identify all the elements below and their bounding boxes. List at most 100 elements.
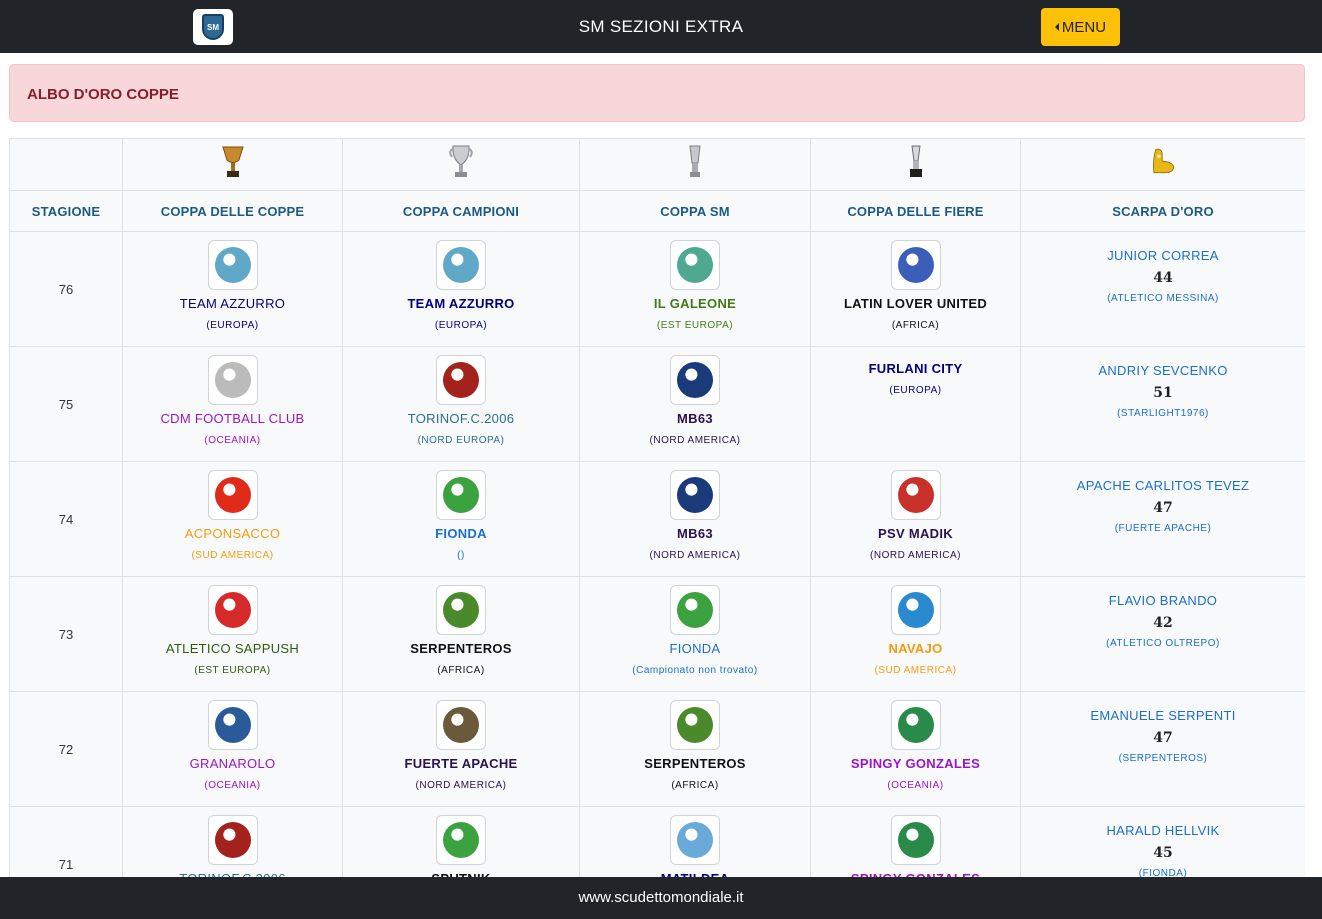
column-header-coppa-delle-coppe[interactable]: COPPA DELLE COPPE <box>122 190 343 232</box>
team-name-link[interactable]: SPINGY GONZALES <box>811 756 1020 771</box>
team-region: (Campionato non trovato) <box>632 665 758 676</box>
team-name-link[interactable]: SERPENTEROS <box>343 641 579 656</box>
team-badge[interactable] <box>670 240 720 290</box>
cup-cell <box>122 138 343 191</box>
column-header-scarpa-d-oro[interactable]: SCARPA D'ORO <box>1020 190 1305 232</box>
team-region: (EST EUROPA) <box>656 320 734 331</box>
team-crest-icon <box>443 592 479 628</box>
menu-button[interactable]: MENU <box>1041 8 1120 46</box>
honor-roll-table-wrapper[interactable]: STAGIONE COPPA DELLE COPPE COPPA CAMPION… <box>9 138 1305 877</box>
top-scorer-cell: APACHE CARLITOS TEVEZ 47 (FUERTE APACHE) <box>1020 461 1305 577</box>
scorer-name-link[interactable]: APACHE CARLITOS TEVEZ <box>1021 478 1305 493</box>
team-region: (AFRICA) <box>891 320 940 331</box>
team-badge[interactable] <box>670 585 720 635</box>
team-badge[interactable] <box>207 700 258 750</box>
team-badge[interactable] <box>207 240 258 290</box>
team-badge[interactable] <box>890 470 941 520</box>
team-badge[interactable] <box>436 700 486 750</box>
team-badge[interactable] <box>436 470 486 520</box>
winner-cell: FUERTE APACHE (NORD AMERICA) <box>342 691 580 807</box>
team-name-link[interactable]: FIONDA <box>580 641 810 656</box>
table-row: 73 ATLETICO SAPPUSH (EST EUROPA) SERPENTERO… <box>9 576 1305 692</box>
season-cell: 75 <box>9 346 123 462</box>
team-crest-icon <box>677 362 713 398</box>
scorer-name-link[interactable]: HARALD HELLVIK <box>1021 823 1305 838</box>
team-crest-icon <box>897 822 934 858</box>
team-name-link[interactable]: FUERTE APACHE <box>343 756 579 771</box>
column-header-coppa-sm[interactable]: COPPA SM <box>579 190 811 232</box>
scorer-goals: 51 <box>1153 385 1173 401</box>
winner-cell: MB63 (NORD AMERICA) <box>579 461 811 577</box>
team-badge[interactable] <box>890 240 941 290</box>
winner-cell: FIONDA () <box>342 461 580 577</box>
team-badge[interactable] <box>436 585 486 635</box>
top-scorer-cell: ANDRIY SEVCENKO 51 (STARLIGHT1976) <box>1020 346 1305 462</box>
team-region: (NORD AMERICA) <box>870 550 961 561</box>
team-region: (NORD EUROPA) <box>417 435 505 446</box>
team-name-link[interactable]: FURLANI CITY <box>811 361 1020 376</box>
team-region: () <box>457 550 465 561</box>
table-row: 74 ACPONSACCO (SUD AMERICA) FIONDA () MB63 (NO… <box>9 461 1305 577</box>
season-cell: 76 <box>9 231 123 347</box>
team-badge[interactable] <box>890 700 941 750</box>
scorer-goals: 44 <box>1153 270 1173 286</box>
menu-button-label: MENU <box>1061 18 1107 36</box>
team-name-link[interactable]: MB63 <box>580 411 810 426</box>
top-navbar: SM SM SEZIONI EXTRA MENU <box>0 0 1322 53</box>
team-region: (NORD AMERICA) <box>649 435 741 446</box>
team-badge[interactable] <box>436 355 486 405</box>
scorer-name-link[interactable]: ANDRIY SEVCENKO <box>1021 363 1305 378</box>
team-name-link[interactable]: GRANAROLO <box>123 756 342 771</box>
team-badge[interactable] <box>890 585 941 635</box>
team-crest-icon <box>443 247 479 283</box>
team-region: (NORD AMERICA) <box>415 780 507 791</box>
season-cell: 74 <box>9 461 123 577</box>
team-name-link[interactable]: NAVAJO <box>811 641 1020 656</box>
section-title: ALBO D'ORO COPPE <box>27 86 179 103</box>
team-name-link[interactable]: PSV MADIK <box>811 526 1020 541</box>
winner-cell: SERPENTEROS (AFRICA) <box>579 691 811 807</box>
team-badge[interactable] <box>207 585 258 635</box>
team-badge[interactable] <box>890 815 941 865</box>
scorer-team: (STARLIGHT1976) <box>1117 408 1209 419</box>
table-row: 75 CDM FOOTBALL CLUB (OCEANIA) TORINOF.C.20… <box>9 346 1305 462</box>
team-badge[interactable] <box>436 815 486 865</box>
team-name-link[interactable]: IL GALEONE <box>580 296 810 311</box>
team-badge[interactable] <box>670 815 720 865</box>
team-name-link[interactable]: ACPONSACCO <box>123 526 342 541</box>
team-badge[interactable] <box>207 815 258 865</box>
team-crest-icon <box>677 707 713 743</box>
winner-cell: ATLETICO SAPPUSH (EST EUROPA) <box>122 576 343 692</box>
team-name-link[interactable]: CDM FOOTBALL CLUB <box>123 411 342 426</box>
team-badge[interactable] <box>207 355 258 405</box>
scorer-name-link[interactable]: JUNIOR CORREA <box>1021 248 1305 263</box>
scorer-name-link[interactable]: FLAVIO BRANDO <box>1021 593 1305 608</box>
team-name-link[interactable]: FIONDA <box>343 526 579 541</box>
team-name-link[interactable]: TORINOF.C.2006 <box>343 411 579 426</box>
top-scorer-cell: FLAVIO BRANDO 42 (ATLETICO OLTREPO) <box>1020 576 1305 692</box>
winner-cell: SPINGY GONZALES (OCEANIA) <box>810 691 1021 807</box>
team-badge[interactable] <box>670 700 720 750</box>
team-name-link[interactable]: TEAM AZZURRO <box>123 296 342 311</box>
team-badge[interactable] <box>670 355 720 405</box>
team-badge[interactable] <box>436 240 486 290</box>
team-crest-icon <box>443 477 479 513</box>
team-badge[interactable] <box>207 470 258 520</box>
team-name-link[interactable]: SERPENTEROS <box>580 756 810 771</box>
column-header-season[interactable]: STAGIONE <box>9 190 123 232</box>
section-alert: ALBO D'ORO COPPE <box>9 64 1305 122</box>
scorer-goals: 42 <box>1153 615 1173 631</box>
footer-site-link[interactable]: www.scudettomondiale.it <box>578 889 743 906</box>
team-name-link[interactable]: ATLETICO SAPPUSH <box>123 641 342 656</box>
column-header-coppa-campioni[interactable]: COPPA CAMPIONI <box>342 190 580 232</box>
team-name-link[interactable]: LATIN LOVER UNITED <box>811 296 1020 311</box>
team-name-link[interactable]: MB63 <box>580 526 810 541</box>
team-badge[interactable] <box>670 470 720 520</box>
team-crest-icon <box>214 477 251 513</box>
cup-cell <box>342 138 580 191</box>
column-header-coppa-delle-fiere[interactable]: COPPA DELLE FIERE <box>810 190 1021 232</box>
scorer-name-link[interactable]: EMANUELE SERPENTI <box>1021 708 1305 723</box>
season-cell: 71 <box>9 806 123 877</box>
scorer-goals: 47 <box>1153 730 1173 746</box>
team-name-link[interactable]: TEAM AZZURRO <box>343 296 579 311</box>
